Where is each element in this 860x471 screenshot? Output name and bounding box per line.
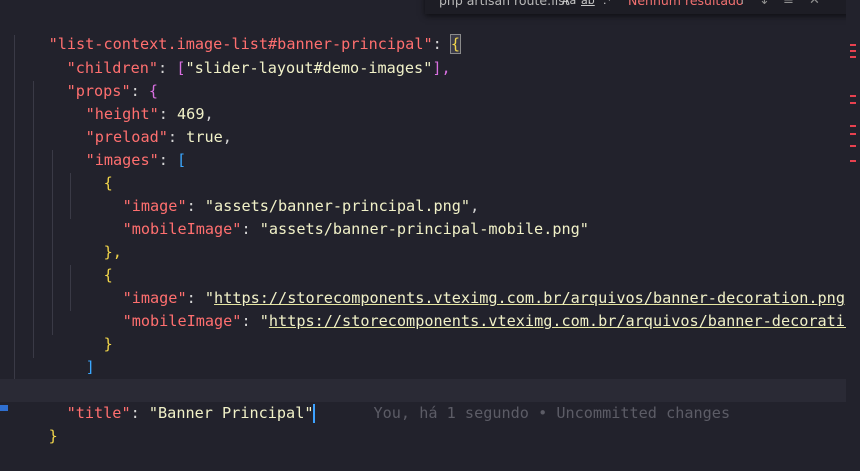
json-key: "mobileImage" (122, 220, 242, 238)
json-key: "title" (66, 404, 131, 422)
json-key: "mobileImage" (122, 312, 242, 330)
find-widget: php artisan route:list Aa ab .* Nenhum r… (425, 0, 860, 14)
close-brace: } (103, 335, 113, 353)
close-bracket: ] (85, 358, 95, 376)
find-input[interactable]: php artisan route:list (439, 0, 570, 10)
ruler-marker (850, 56, 856, 58)
code-line-15[interactable]: ] (49, 333, 95, 376)
lightbulb-hint[interactable] (0, 405, 8, 411)
code-line-5[interactable]: "preload": true, (49, 103, 232, 146)
code-line-3[interactable]: "props": { (30, 57, 158, 100)
quote: " (259, 312, 269, 330)
next-match-icon[interactable]: ↓ (759, 0, 770, 10)
code-line-16[interactable]: }, (30, 356, 85, 399)
ruler-marker (850, 50, 856, 52)
close-brace: } (48, 427, 58, 445)
previous-match-icon[interactable]: ↑ (737, 0, 748, 10)
match-case-toggle[interactable]: Aa (562, 0, 576, 10)
indent-guide (14, 35, 15, 381)
code-line-17[interactable]: "title": "Banner Principal" You, há 1 seg… (0, 379, 846, 423)
open-bracket: [ (177, 151, 187, 169)
code-line-4[interactable]: "height": 469, (49, 80, 214, 123)
regex-toggle[interactable]: .* (603, 0, 612, 10)
code-line-2[interactable]: "children": ["slider-layout#demo-images"… (30, 34, 451, 77)
ruler-marker (850, 44, 856, 46)
git-blame-annotation: You, há 1 segundo • Uncommitted changes (373, 404, 731, 422)
ruler-marker (850, 145, 856, 147)
close-bracket: ], (432, 59, 451, 77)
code-line-9[interactable]: "mobileImage": "assets/banner-principal-… (86, 195, 589, 238)
code-line-7[interactable]: { (67, 149, 113, 192)
open-brace: { (449, 34, 462, 54)
colon: : (158, 59, 177, 77)
ruler-marker (850, 160, 856, 162)
find-result-count: Nenhum resultado (628, 0, 744, 8)
url-link[interactable]: https://storecomponents.vteximg.com.br/a… (269, 312, 860, 330)
text-cursor (313, 404, 316, 423)
ruler-marker (850, 133, 856, 135)
find-in-selection-icon[interactable]: ≡ (783, 0, 794, 10)
code-line-13[interactable]: "mobileImage": "https://storecomponents.… (86, 287, 860, 330)
code-line-6[interactable]: "images": [ (49, 126, 187, 169)
code-line-18[interactable]: } (12, 402, 58, 445)
code-editor[interactable]: "list-context.image-list#banner-principa… (0, 0, 860, 445)
json-string: "slider-layout#demo-images" (185, 59, 433, 77)
code-line-1[interactable]: "list-context.image-list#banner-principa… (12, 10, 462, 54)
colon: : (241, 312, 260, 330)
close-icon[interactable]: ✕ (809, 0, 820, 10)
json-string: "assets/banner-principal-mobile.png" (259, 220, 589, 238)
overview-ruler-scrollbar[interactable] (846, 0, 860, 411)
ruler-marker (850, 95, 856, 97)
colon: : (130, 404, 149, 422)
whole-word-toggle[interactable]: ab (581, 0, 595, 10)
json-boolean: true (186, 128, 223, 146)
ruler-marker (850, 102, 856, 104)
ruler-marker (850, 125, 856, 127)
code-line-14[interactable]: } (67, 310, 113, 353)
code-line-10[interactable]: }, (67, 218, 122, 261)
code-line-11[interactable]: { (67, 241, 113, 284)
colon: : (241, 220, 260, 238)
colon: : (158, 151, 178, 169)
code-line-12[interactable]: "image": "https://storecomponents.vtexim… (86, 264, 860, 307)
comma: , (222, 128, 232, 146)
code-line-8[interactable]: "image": "assets/banner-principal.png", (86, 172, 480, 215)
json-string: "Banner Principal" (148, 404, 314, 422)
